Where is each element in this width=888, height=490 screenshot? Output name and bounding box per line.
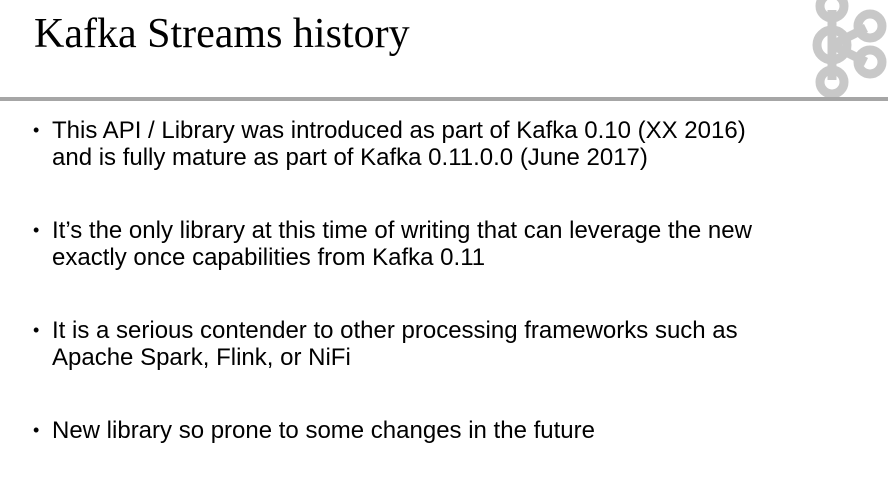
bullet-text-line: It is a serious contender to other proce…: [52, 317, 738, 344]
bullet-text-line: This API / Library was introduced as par…: [52, 117, 746, 144]
slide-title: Kafka Streams history: [34, 11, 410, 57]
title-divider: [0, 97, 888, 101]
bullet-text-line: exactly once capabilities from Kafka 0.1…: [52, 244, 486, 271]
bullet-text-line: It’s the only library at this time of wr…: [52, 217, 752, 244]
bullet-dot: •: [33, 220, 40, 240]
bullet-text-line: and is fully mature as part of Kafka 0.1…: [52, 144, 648, 171]
bullet-item: • It is a serious contender to other pro…: [33, 317, 863, 371]
bullet-item: • It’s the only library at this time of …: [33, 217, 863, 271]
bullet-dot: •: [33, 120, 40, 140]
kafka-logo-icon: [812, 0, 887, 98]
bullet-text-line: Apache Spark, Flink, or NiFi: [52, 344, 351, 371]
bullet-item: • This API / Library was introduced as p…: [33, 117, 863, 171]
bullet-dot: •: [33, 320, 40, 340]
bullet-list: • This API / Library was introduced as p…: [33, 117, 863, 490]
